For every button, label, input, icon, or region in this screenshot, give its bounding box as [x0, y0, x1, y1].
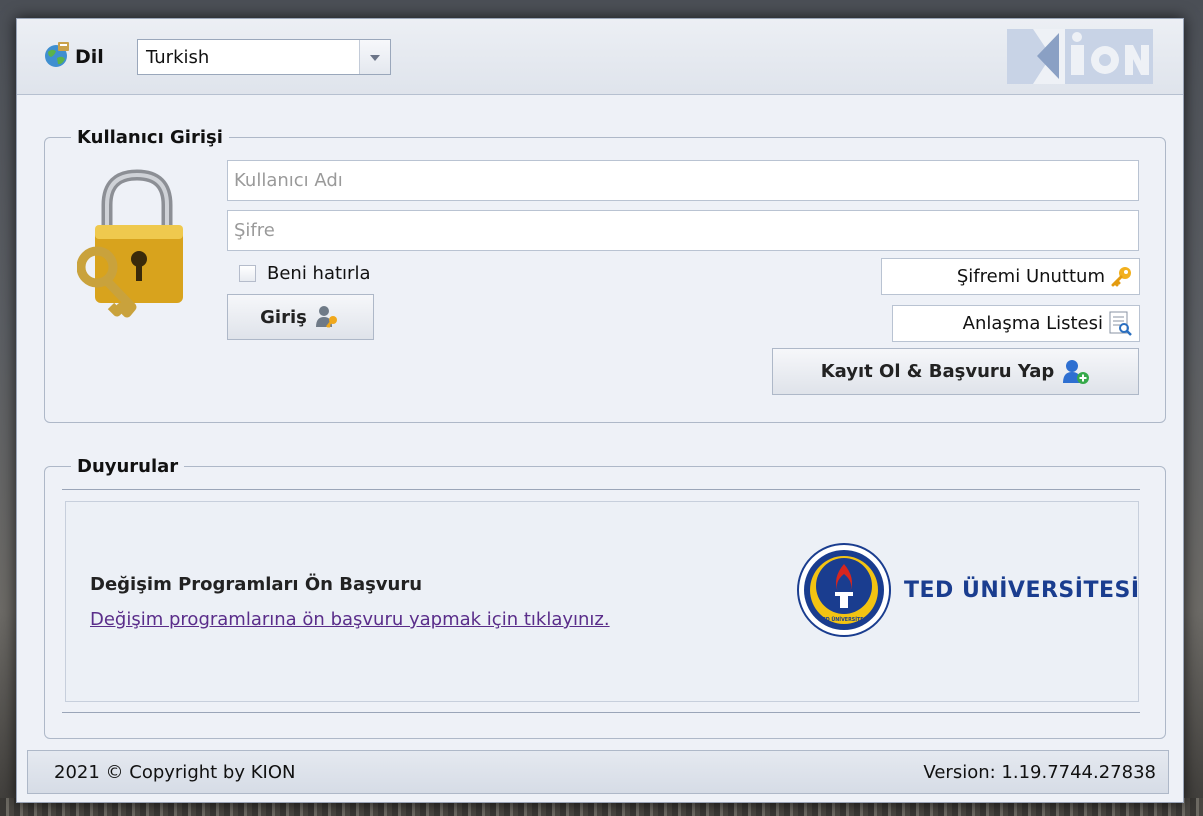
announcement-item: Değişim Programları Ön Başvuru Değişim p…: [65, 501, 1139, 702]
user-login-legend: Kullanıcı Girişi: [77, 127, 223, 148]
user-add-icon: [1063, 359, 1090, 384]
footer-bar: 2021 © Copyright by KION Version: 1.19.7…: [27, 750, 1169, 794]
agreement-list-label: Anlaşma Listesi: [962, 313, 1103, 334]
list-search-icon: [1109, 311, 1132, 336]
announcements-legend: Duyurular: [77, 456, 179, 477]
lock-key-icon: [77, 169, 183, 318]
language-select[interactable]: Turkish: [137, 39, 391, 75]
password-input[interactable]: Şifre: [227, 210, 1139, 251]
top-bar: Dil Turkish: [17, 19, 1183, 95]
login-button-label: Giriş: [260, 306, 307, 328]
kion-logo: [1007, 29, 1153, 84]
language-dropdown-button[interactable]: [359, 40, 390, 74]
register-apply-label: Kayıt Ol & Başvuru Yap: [820, 361, 1055, 382]
seal-caption: TED ÜNİVERSİTESİ: [819, 616, 869, 623]
announcements-divider-top: [62, 489, 1140, 490]
login-button[interactable]: Giriş: [227, 294, 374, 340]
ted-university-name: TED ÜNİVERSİTESİ: [904, 578, 1140, 603]
globe-icon: [45, 42, 69, 67]
announcements-divider-bottom: [62, 712, 1140, 713]
copyright-text: 2021 © Copyright by KION: [54, 762, 296, 783]
agreement-list-button[interactable]: Anlaşma Listesi: [892, 305, 1140, 342]
chevron-down-icon: [370, 55, 380, 61]
forgot-password-button[interactable]: Şifremi Unuttum: [881, 258, 1140, 295]
announcement-title: Değişim Programları Ön Başvuru: [90, 574, 423, 595]
remember-me-label: Beni hatırla: [267, 263, 371, 284]
forgot-password-label: Şifremi Unuttum: [956, 266, 1105, 287]
ted-university-seal: TED ÜNİVERSİTESİ: [797, 543, 891, 637]
username-input[interactable]: Kullanıcı Adı: [227, 160, 1139, 201]
language-label: Dil: [75, 46, 104, 68]
user-key-icon: [315, 306, 337, 328]
language-selected-value: Turkish: [146, 47, 210, 68]
register-apply-button[interactable]: Kayıt Ol & Başvuru Yap: [772, 348, 1139, 395]
announcement-link[interactable]: Değişim programlarına ön başvuru yapmak …: [90, 609, 610, 630]
login-dialog: Dil Turkish Kullanıcı Girişi Kullanıcı A…: [16, 18, 1184, 803]
key-icon: [1111, 266, 1131, 286]
remember-me-checkbox[interactable]: [239, 265, 256, 282]
version-text: Version: 1.19.7744.27838: [923, 762, 1156, 783]
